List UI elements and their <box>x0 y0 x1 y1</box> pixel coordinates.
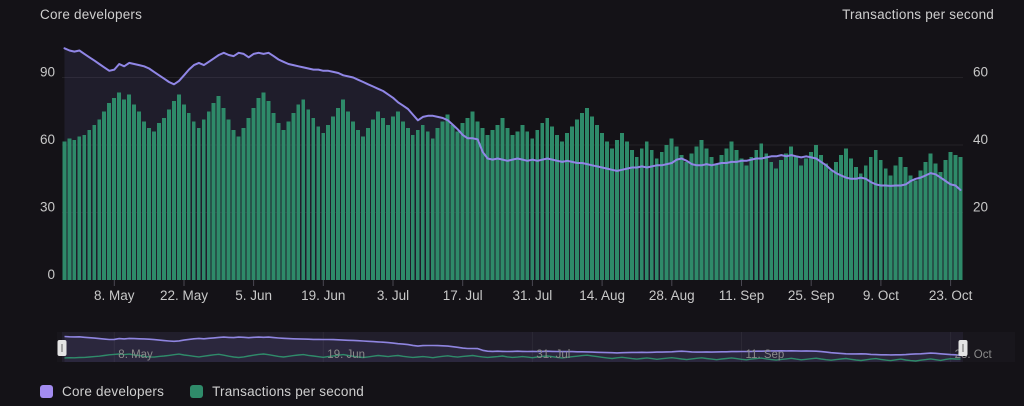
y-axis-left-label: 60 <box>40 132 55 147</box>
y-axis-right-label: 60 <box>973 65 988 80</box>
x-axis-label: 28. Aug <box>649 288 695 303</box>
y-axis-left-label: 0 <box>47 267 55 282</box>
navigator-date-label: 8. May <box>118 349 153 361</box>
chart-canvas[interactable]: 0 30 60 90 20 40 60 8. May 22. May 5. Jun 19. Jun 3… <box>0 0 1024 372</box>
x-axis-label: 31. Jul <box>513 288 553 303</box>
x-axis-label: 3. Jul <box>377 288 409 303</box>
x-axis-label: 11. Sep <box>719 288 765 303</box>
navigator-date-label: 11. Sep <box>746 349 785 361</box>
chart-panel: Core developers Transactions per second … <box>0 0 1024 406</box>
x-axis-label: 17. Jul <box>443 288 483 303</box>
legend-item-core-developers[interactable]: Core developers <box>40 384 164 399</box>
y-axis-left-label: 90 <box>40 65 55 80</box>
x-axis-label: 9. Oct <box>863 288 899 303</box>
x-axis-label: 19. Jun <box>301 288 345 303</box>
x-axis-label: 14. Aug <box>579 288 625 303</box>
legend-swatch-green-icon <box>190 385 203 398</box>
y-axis-right-label: 20 <box>973 200 988 215</box>
navigator-date-label: 19. Jun <box>327 349 365 361</box>
legend: Core developers Transactions per second <box>40 381 364 401</box>
legend-label-transactions-per-second: Transactions per second <box>212 384 364 399</box>
legend-item-transactions-per-second[interactable]: Transactions per second <box>190 384 364 399</box>
plot-area[interactable] <box>62 30 963 280</box>
x-axis-label: 25. Sep <box>788 288 835 303</box>
legend-label-core-developers: Core developers <box>62 384 164 399</box>
navigator-date-label: 31. Jul <box>536 349 570 361</box>
x-axis-label: 23. Oct <box>929 288 973 303</box>
y-axis-left-label: 30 <box>40 200 55 215</box>
x-axis-label: 8. May <box>94 288 135 303</box>
x-axis-label: 5. Jun <box>235 288 272 303</box>
x-axis-label: 22. May <box>160 288 208 303</box>
y-axis-right-label: 40 <box>973 132 988 147</box>
legend-swatch-purple-icon <box>40 385 53 398</box>
